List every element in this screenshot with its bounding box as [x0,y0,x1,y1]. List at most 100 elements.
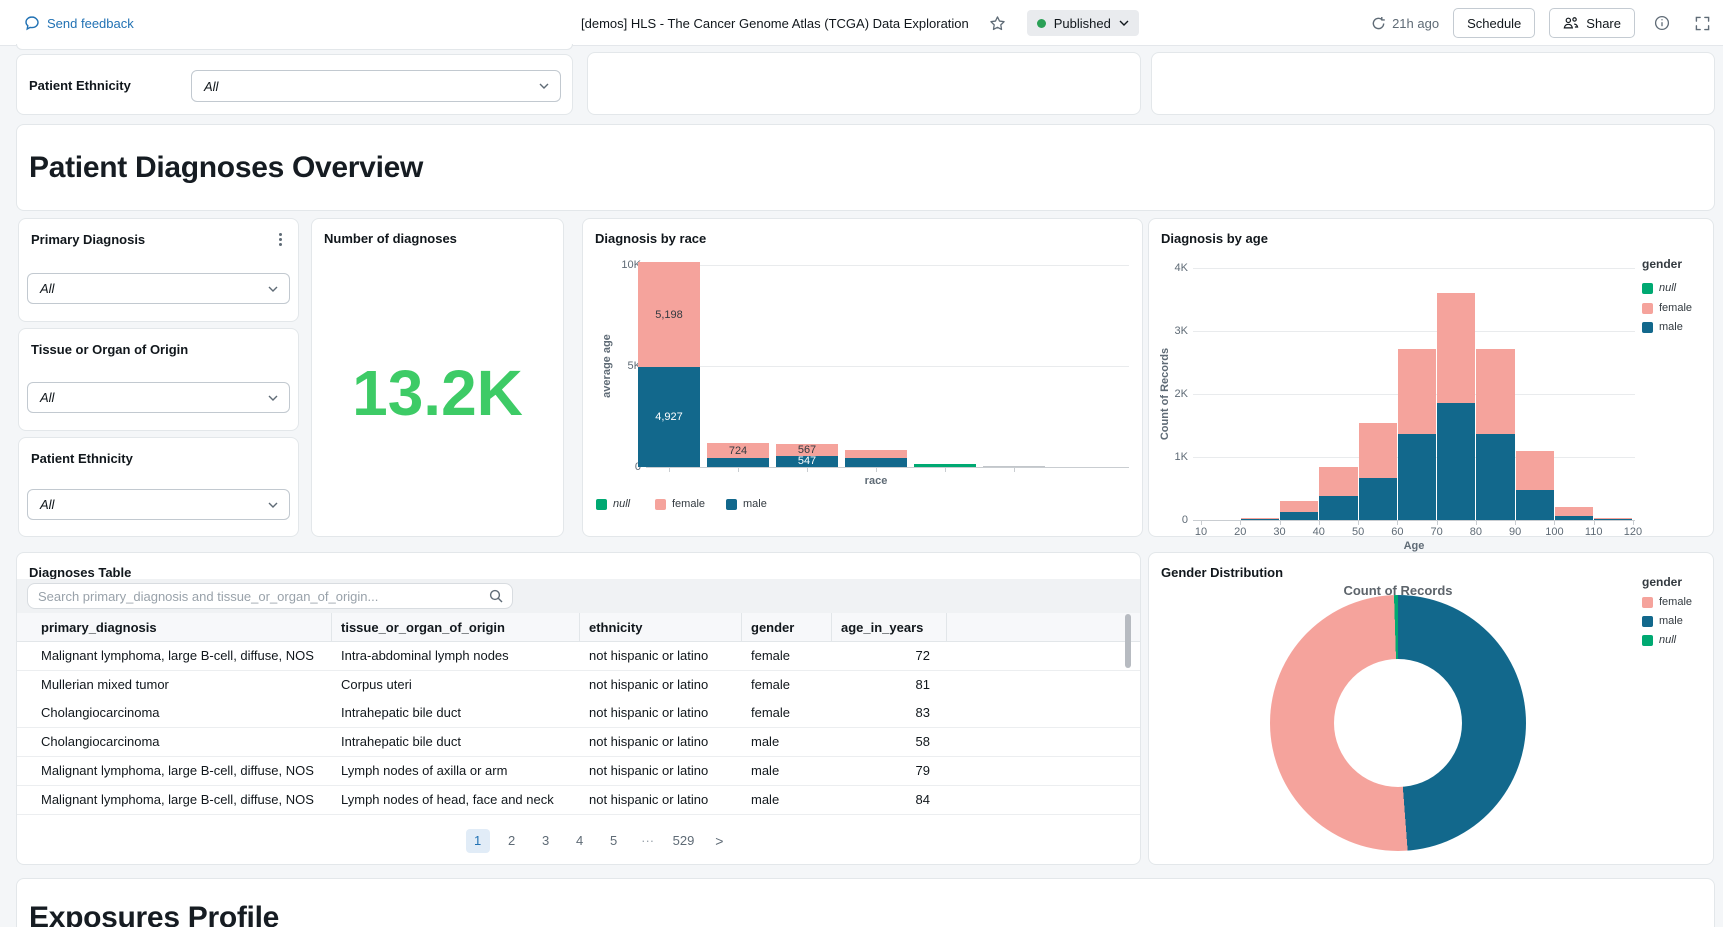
page-ellipsis[interactable]: ··· [636,829,660,853]
legend-item-null[interactable]: null [1642,282,1676,294]
legend-item-male[interactable]: male [1642,321,1683,333]
send-feedback-link[interactable]: Send feedback [24,0,134,46]
legend-swatch-null [1642,283,1653,294]
column-header-gender[interactable]: gender [751,613,794,642]
published-status-dropdown[interactable]: Published [1027,10,1139,36]
bar-segment-male[interactable] [1594,519,1632,520]
bar-segment-male[interactable] [1398,434,1436,520]
table-cell-gender: male [751,786,779,815]
table-cell-ethnicity: not hispanic or latino [589,728,708,757]
chevron-down-icon [1119,20,1129,26]
table-row[interactable]: Malignant lymphoma, large B-cell, diffus… [17,786,1140,815]
people-icon [1563,16,1579,30]
bar-segment-male[interactable] [1319,496,1357,520]
bar-segment-female[interactable] [1555,507,1593,515]
table-scrollbar[interactable] [1125,614,1131,668]
table-cell-tissue_or_organ_of_origin: Intrahepatic bile duct [341,728,579,757]
legend-item-female[interactable]: female [1642,302,1692,314]
bar-segment-female[interactable] [1241,518,1279,519]
page-button-1[interactable]: 1 [466,829,490,853]
x-tick-label: 30 [1268,526,1292,538]
column-header-ethnicity[interactable]: ethnicity [589,613,642,642]
tissue-origin-dropdown[interactable]: All [27,382,290,413]
next-page-button[interactable]: > [707,829,731,853]
table-cell-age_in_years: 58 [831,728,938,757]
y-tick-label: 3K [1157,325,1188,337]
column-header-primary_diagnosis[interactable]: primary_diagnosis [41,613,157,642]
chevron-down-icon [268,395,278,401]
table-row[interactable]: Malignant lymphoma, large B-cell, diffus… [17,642,1140,671]
bar-segment-female[interactable] [1319,467,1357,496]
bar-segment-male[interactable] [1241,519,1279,520]
column-header-tissue_or_organ_of_origin[interactable]: tissue_or_organ_of_origin [341,613,505,642]
donut-hole [1334,659,1462,787]
bar-segment-female[interactable] [1398,349,1436,435]
section-header-card: Patient Diagnoses Overview [16,124,1715,211]
x-axis-line [646,467,1129,468]
x-axis-title: Age [1394,540,1434,552]
table-cell-age_in_years: 72 [831,642,938,671]
bar-segment-female[interactable] [845,450,907,458]
bar-segment-female[interactable] [1476,349,1514,435]
donut-chart[interactable] [1270,595,1526,851]
page-button-2[interactable]: 2 [500,829,524,853]
ethnicity-filter-dropdown[interactable]: All [191,70,561,102]
bar-segment-female[interactable] [1594,518,1632,519]
legend-title: gender [1642,257,1682,271]
bar-segment-male[interactable] [1280,512,1318,520]
schedule-button[interactable]: Schedule [1453,8,1535,38]
table-row[interactable]: CholangiocarcinomaIntrahepatic bile duct… [17,728,1140,757]
bar-segment-female[interactable] [1516,451,1554,491]
x-tick [1594,520,1595,525]
legend-swatch-male [1642,322,1653,333]
bar-segment-male[interactable] [1555,516,1593,520]
table-row[interactable]: Malignant lymphoma, large B-cell, diffus… [17,757,1140,786]
legend-item-male[interactable]: male [726,498,767,510]
share-button[interactable]: Share [1549,8,1635,38]
bar-segment-male[interactable] [707,458,769,467]
kebab-menu-icon[interactable] [272,231,288,247]
dropdown-value: All [204,79,218,94]
primary-diagnosis-dropdown[interactable]: All [27,273,290,304]
bar-segment-male[interactable] [1437,403,1475,520]
table-search-input[interactable] [27,583,513,609]
legend-item-male[interactable]: male [1642,615,1683,627]
legend-item-female[interactable]: female [1642,596,1692,608]
legend-item-female[interactable]: female [655,498,705,510]
column-header-age_in_years[interactable]: age_in_years [841,613,923,642]
table-cell-age_in_years: 83 [831,699,938,728]
patient-ethnicity-dropdown[interactable]: All [27,489,290,520]
table-row[interactable]: CholangiocarcinomaIntrahepatic bile duct… [17,699,1140,728]
fullscreen-icon[interactable] [1689,10,1715,36]
legend-item-null[interactable]: null [596,498,630,510]
page-button-529[interactable]: 529 [670,829,698,853]
age-histogram-chart: 01K2K3K4KCount of Records102030405060708… [1149,219,1715,538]
gender-distribution-card: Gender Distribution Count of Recordsgend… [1148,552,1714,865]
bar-segment-female[interactable] [1280,501,1318,512]
legend-item-null[interactable]: null [1642,634,1676,646]
bar-segment-male[interactable] [1476,434,1514,520]
table-cell-ethnicity: not hispanic or latino [589,671,708,700]
page-button-3[interactable]: 3 [534,829,558,853]
legend-label: male [743,498,767,510]
page-button-5[interactable]: 5 [602,829,626,853]
bar-segment-male[interactable] [1516,490,1554,520]
bar-segment-female[interactable] [1359,423,1397,478]
counter-title: Number of diagnoses [324,231,457,246]
info-icon[interactable] [1649,10,1675,36]
table-row[interactable]: Mullerian mixed tumorCorpus uterinot his… [17,671,1140,700]
diagnoses-table-card: Diagnoses Table primary_diagnosistissue_… [16,552,1141,865]
bar-segment-male[interactable] [1359,478,1397,520]
header-divider [946,613,947,642]
chevron-down-icon [539,83,549,89]
legend-label: null [1659,634,1676,646]
refresh-button[interactable]: 21h ago [1371,16,1439,31]
bar-segment-female[interactable] [1437,293,1475,403]
table-cell-primary_diagnosis: Malignant lymphoma, large B-cell, diffus… [41,757,331,786]
bar-segment-male[interactable] [845,458,907,467]
legend-label: male [1659,615,1683,627]
refreshed-ago-label: 21h ago [1392,16,1439,31]
page-button-4[interactable]: 4 [568,829,592,853]
section-title: Patient Diagnoses Overview [29,151,423,185]
favorite-star-icon[interactable] [985,10,1011,36]
